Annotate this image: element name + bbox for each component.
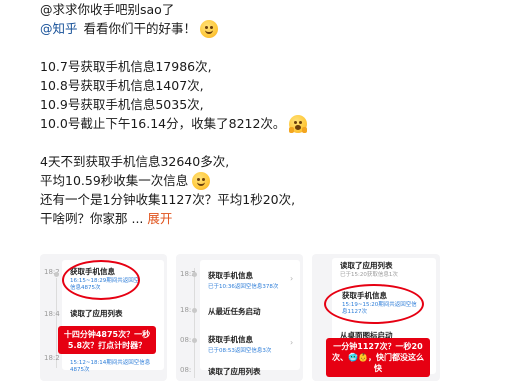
- entry-sub: 15:12~18:14期间共返回空信息4875次: [70, 360, 151, 373]
- summary-line-2-text: 平均10.59秒收集一次信息: [40, 173, 189, 188]
- timestamp: 08:: [180, 336, 192, 344]
- timestamp: 08:: [180, 366, 192, 374]
- chevron-right-icon: ›: [290, 338, 294, 347]
- smile-emoji-icon: [200, 19, 219, 38]
- shocked-emoji-icon: [289, 114, 308, 133]
- post-body: @求求你收手吧别sao了 @知乎 看看你们干的好事！ 10.7号获取手机信息17…: [40, 0, 510, 228]
- stat-line-4: 10.0号截止下午16.14分，收集了8212次。: [40, 114, 510, 133]
- screenshot-thumb-2[interactable]: 18:2 获取手机信息 已于10:36返回空信息378次 › 18: 从最近任务…: [176, 254, 303, 381]
- screenshot-gallery: 18:2 获取手机信息 16:15~18:29期间共返回空信息4875次 18:…: [40, 254, 494, 381]
- entry-title: 从最近任务启动: [208, 307, 261, 316]
- timeline-dot: [54, 272, 59, 277]
- mention-line: @知乎 看看你们干的好事！: [40, 19, 510, 38]
- summary-line-4-text: 干啥咧？你家那 ...: [40, 211, 144, 226]
- entry-sub: 已于15:20获取信息1次: [340, 272, 398, 278]
- timestamp: 18:4: [44, 310, 60, 318]
- entry-title: 读取了应用列表: [70, 309, 123, 318]
- stat-line-1: 10.7号获取手机信息17986次,: [40, 59, 212, 74]
- red-highlight-circle: [62, 260, 140, 300]
- timeline-dot: [192, 308, 197, 313]
- mention-text: 看看你们干的好事！: [83, 21, 197, 36]
- entry-title: 读取了应用列表: [208, 367, 261, 376]
- reply-line: @求求你收手吧别sao了: [40, 2, 175, 17]
- red-callout: 一分钟1127次？一秒20次、🥶👶，快门都没这么快: [326, 338, 430, 377]
- red-highlight-circle: [324, 284, 424, 324]
- entry-sub: 已于10:36返回空信息378次: [208, 284, 279, 290]
- summary-line-1: 4天不到获取手机信息32640多次,: [40, 154, 230, 169]
- timeline-dot: [192, 272, 197, 277]
- mention-link[interactable]: @知乎: [40, 19, 78, 38]
- timestamp: 18:2: [44, 354, 60, 362]
- red-callout: 十四分钟4875次？一秒5.8次？打点计时器？: [58, 326, 156, 354]
- stat-line-3: 10.9号获取手机信息5035次,: [40, 97, 204, 112]
- timeline-dot: [192, 338, 197, 343]
- timestamp: 18:: [180, 306, 192, 314]
- stat-line-4-text: 10.0号截止下午16.14分，收集了8212次。: [40, 116, 286, 131]
- chevron-right-icon: ›: [290, 274, 294, 283]
- entry-sub: 已于08:53返回空信息3次: [208, 348, 272, 354]
- summary-line-4: 干啥咧？你家那 ... 展开: [40, 209, 510, 228]
- summary-line-2: 平均10.59秒收集一次信息: [40, 171, 510, 190]
- summary-line-3: 还有一个是1分钟收集1127次？平均1秒20次,: [40, 192, 296, 207]
- screenshot-thumb-3[interactable]: 读取了应用列表 已于15:20获取信息1次 获取手机信息 15:19~15:20…: [312, 254, 440, 381]
- expand-link[interactable]: 展开: [147, 209, 172, 228]
- stat-line-2: 10.8号获取手机信息1407次,: [40, 78, 204, 93]
- smile-emoji-icon: [192, 171, 211, 190]
- entry-title: 获取手机信息: [208, 335, 253, 344]
- screenshot-thumb-1[interactable]: 18:2 获取手机信息 16:15~18:29期间共返回空信息4875次 18:…: [40, 254, 167, 381]
- entry-title: 获取手机信息: [208, 271, 253, 280]
- timeline: [194, 268, 195, 378]
